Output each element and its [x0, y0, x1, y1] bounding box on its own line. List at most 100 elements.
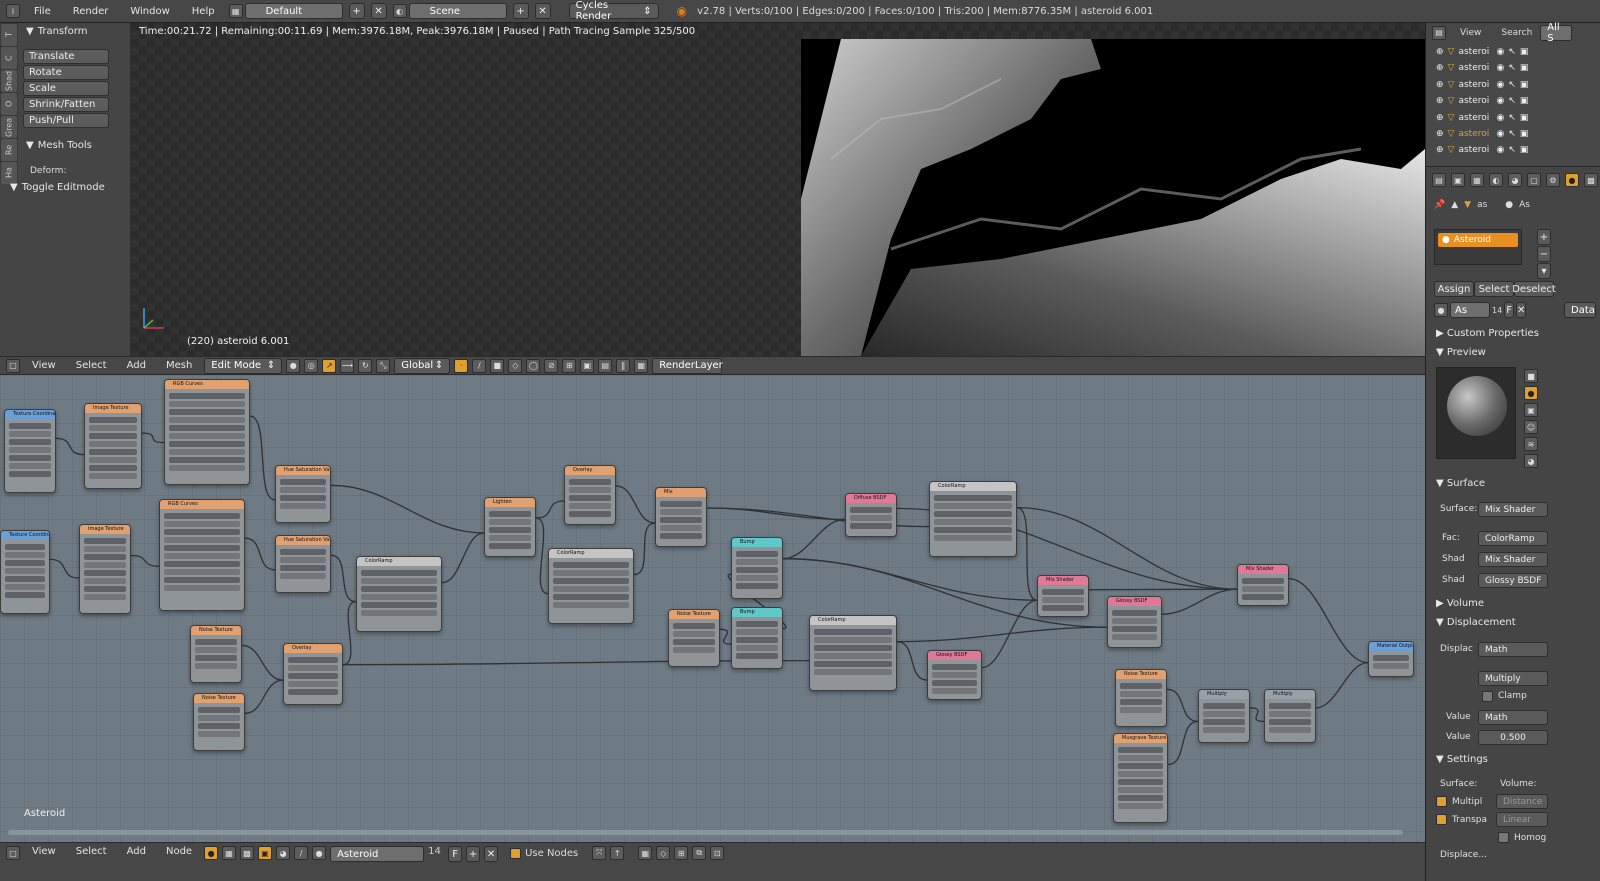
render-camera-icon[interactable]: ▣ — [1520, 63, 1529, 73]
expand-plus-icon[interactable]: ⊕ — [1436, 129, 1444, 139]
vertex-select-icon[interactable]: · — [454, 358, 469, 373]
node-tc1[interactable]: Texture Coordinate — [4, 409, 56, 493]
node-socket-row[interactable] — [169, 441, 245, 447]
visibility-eye-icon[interactable]: ◉ — [1496, 145, 1504, 155]
node-socket-row[interactable] — [553, 562, 629, 568]
value2-number-field[interactable]: 0.500 — [1478, 730, 1548, 745]
tab-hair[interactable]: Ha — [1, 162, 17, 184]
shader-nodes-icon[interactable]: ● — [204, 846, 219, 860]
custom-properties-header[interactable]: ▶ Custom Properties — [1436, 328, 1539, 339]
node-mult1[interactable]: Multiply — [1198, 689, 1250, 743]
node-diff[interactable]: Diffuse BSDF — [845, 493, 897, 537]
node-socket-row[interactable] — [553, 602, 629, 608]
node-socket-row[interactable] — [1042, 597, 1084, 603]
limit-selection-icon[interactable]: ◇ — [508, 358, 523, 373]
node-link[interactable] — [55, 437, 85, 456]
node-link[interactable] — [441, 532, 485, 584]
node-tc2[interactable]: Texture Coordinate — [0, 530, 50, 614]
node-socket-row[interactable] — [198, 707, 240, 713]
opengl-render-icon[interactable]: ▣ — [580, 358, 595, 373]
expand-plus-icon[interactable]: ⊕ — [1436, 80, 1444, 90]
node-socket-row[interactable] — [850, 507, 892, 513]
outliner-row[interactable]: ⊕ ▽ asteroi ◉ ↖ ▣ — [1436, 142, 1596, 158]
preview-sphere-icon[interactable]: ● — [1524, 386, 1538, 400]
node-socket-row[interactable] — [1242, 594, 1284, 600]
snap-node-icon[interactable]: ▦ — [638, 846, 653, 860]
fake-user-button[interactable]: F — [1504, 302, 1515, 318]
outliner-row[interactable]: ⊕ ▽ asteroi ◉ ↖ ▣ — [1436, 77, 1596, 93]
node-socket-row[interactable] — [736, 559, 778, 565]
node-it1[interactable]: Image Texture — [84, 403, 142, 489]
node-socket-row[interactable] — [280, 565, 326, 571]
node-socket-row[interactable] — [1042, 605, 1084, 611]
node-link[interactable] — [1288, 578, 1369, 664]
node-socket-row[interactable] — [736, 653, 778, 659]
translate-button[interactable]: Translate — [23, 49, 109, 64]
node-socket-row[interactable] — [814, 629, 892, 635]
node-socket-row[interactable] — [164, 561, 240, 567]
new-material-button[interactable]: + — [466, 846, 481, 862]
node-socket-row[interactable] — [1112, 626, 1157, 632]
node-socket-row[interactable] — [489, 511, 531, 517]
fake-user-button[interactable]: F — [448, 846, 463, 862]
node-socket-row[interactable] — [5, 584, 45, 590]
node-socket-row[interactable] — [1118, 779, 1163, 785]
node-socket-row[interactable] — [84, 562, 126, 568]
properties-type-icon[interactable]: ▤ — [1432, 173, 1446, 187]
node-socket-row[interactable] — [280, 573, 326, 579]
node-socket-row[interactable] — [850, 515, 892, 521]
node-socket-row[interactable] — [1269, 727, 1311, 733]
node-socket-row[interactable] — [932, 680, 977, 686]
node-socket-row[interactable] — [1112, 618, 1157, 624]
node-socket-row[interactable] — [673, 647, 715, 653]
visibility-eye-icon[interactable]: ◉ — [1496, 129, 1504, 139]
editor-type-icon[interactable]: ▢ — [6, 358, 20, 373]
node-socket-row[interactable] — [1269, 703, 1311, 709]
grid-icon[interactable]: ⊞ — [674, 846, 689, 860]
node-socket-row[interactable] — [660, 509, 702, 515]
node-socket-row[interactable] — [169, 449, 245, 455]
node-socket-row[interactable] — [169, 401, 245, 407]
unlink-button[interactable]: ✕ — [1516, 302, 1527, 318]
context-material-name[interactable]: As — [1519, 200, 1530, 210]
expand-plus-icon[interactable]: ⊕ — [1436, 113, 1444, 123]
visibility-eye-icon[interactable]: ◉ — [1496, 80, 1504, 90]
node-socket-row[interactable] — [660, 533, 702, 539]
node-socket-row[interactable] — [280, 495, 326, 501]
node-link[interactable] — [615, 485, 656, 524]
homogeneous-checkbox[interactable] — [1498, 832, 1509, 843]
node-socket-row[interactable] — [288, 689, 338, 695]
node-socket-row[interactable] — [195, 647, 237, 653]
node-hsv1[interactable]: Hue Saturation Value — [275, 465, 331, 523]
node-socket-row[interactable] — [1203, 719, 1245, 725]
visibility-eye-icon[interactable]: ◉ — [1496, 47, 1504, 57]
select-arrow-icon[interactable]: ↖ — [1508, 129, 1516, 139]
translate-manipulator-icon[interactable]: ⟶ — [340, 358, 355, 373]
menu-render[interactable]: Render — [65, 6, 117, 17]
preview-cube-icon[interactable]: ▣ — [1524, 403, 1538, 417]
node-link[interactable] — [244, 537, 276, 571]
material-browse-icon[interactable]: ● — [312, 846, 327, 860]
node-link[interactable] — [1167, 720, 1199, 766]
link-data-select[interactable]: Data — [1564, 302, 1596, 318]
expand-plus-icon[interactable]: ⊕ — [1436, 145, 1444, 155]
preview-header[interactable]: ▼ Preview — [1436, 347, 1486, 358]
node-socket-row[interactable] — [84, 554, 126, 560]
node-socket-row[interactable] — [736, 575, 778, 581]
node-nt4[interactable]: Noise Texture — [1115, 669, 1167, 727]
node-socket-row[interactable] — [89, 457, 137, 463]
node-link[interactable] — [782, 558, 1038, 601]
context-object-name[interactable]: as — [1477, 200, 1487, 210]
tab-shading[interactable]: Shad — [1, 70, 17, 92]
add-slot-button[interactable]: + — [1537, 229, 1551, 245]
tab-grease[interactable]: Grea — [1, 116, 17, 138]
node-socket-row[interactable] — [1112, 634, 1157, 640]
scene-field[interactable]: Scene — [408, 3, 507, 19]
editor-type-icon[interactable]: ▢ — [6, 846, 20, 860]
object-tab-icon[interactable]: ▢ — [1527, 173, 1541, 187]
modifiers-tab-icon[interactable]: ⚙ — [1546, 173, 1560, 187]
node-socket-row[interactable] — [9, 471, 51, 477]
scale-button[interactable]: Scale — [23, 81, 109, 96]
node-socket-row[interactable] — [288, 665, 338, 671]
node-socket-row[interactable] — [850, 523, 892, 529]
